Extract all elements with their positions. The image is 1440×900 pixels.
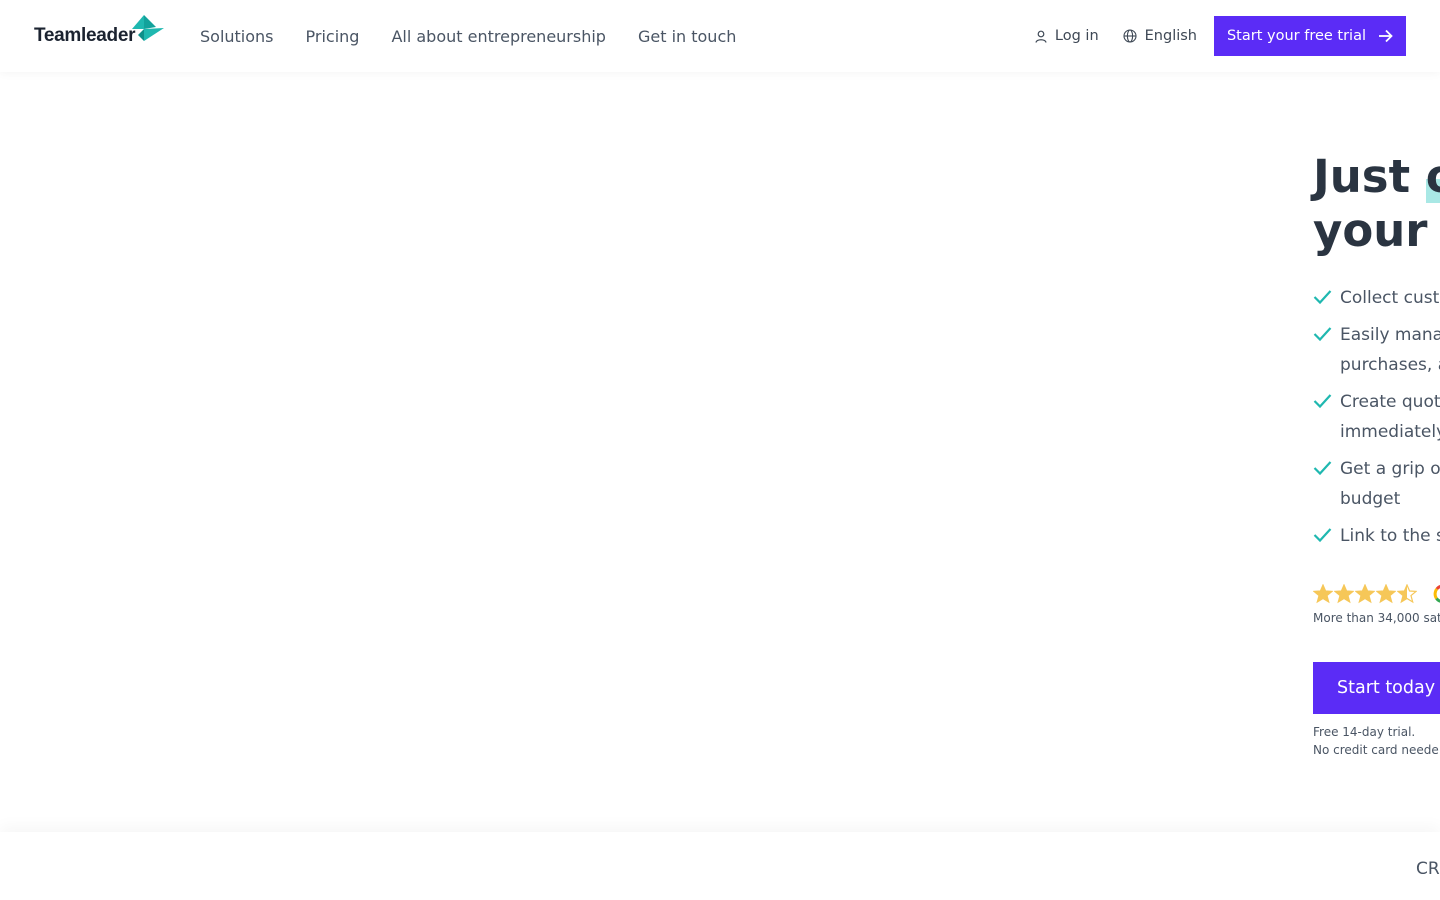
check-icon: [1313, 327, 1332, 342]
trial-note: Free 14-day trial. No credit card neede: [1313, 723, 1440, 759]
feature-text: Link to the s: [1340, 526, 1440, 546]
solutions-tab-strip: CR: [0, 832, 1440, 900]
feature-item: Easily mana purchases, a: [1313, 320, 1440, 380]
nav-get-in-touch[interactable]: Get in touch: [638, 27, 736, 46]
start-today-button[interactable]: Start today: [1313, 662, 1440, 714]
check-icon: [1313, 290, 1332, 305]
feature-text: Create quot immediately: [1340, 392, 1440, 442]
star-icon: [1397, 584, 1417, 604]
nav-entrepreneurship[interactable]: All about entrepreneurship: [391, 27, 606, 46]
feature-item: Collect cust: [1313, 283, 1440, 313]
rating-row: [1313, 584, 1440, 604]
check-icon: [1313, 461, 1332, 476]
headline-highlight: o: [1425, 150, 1440, 204]
customer-count-text: More than 34,000 sat: [1313, 611, 1440, 625]
star-icon: [1376, 584, 1396, 604]
logo-text: Teamleader: [34, 25, 136, 46]
arrow-right-icon: [1379, 29, 1393, 43]
teamleader-logo-icon: [132, 15, 164, 41]
feature-text: Easily mana purchases, a: [1340, 325, 1440, 375]
nav-pricing[interactable]: Pricing: [306, 27, 360, 46]
site-header: Teamleader Solutions Pricing All about e…: [0, 0, 1440, 72]
hero-headline: Just o your: [1313, 150, 1440, 258]
check-icon: [1313, 394, 1332, 409]
star-rating: [1313, 584, 1417, 604]
google-icon: [1433, 585, 1440, 603]
start-free-trial-button[interactable]: Start your free trial: [1214, 16, 1406, 56]
login-label: Log in: [1054, 28, 1099, 44]
user-icon: [1035, 30, 1047, 43]
trial-note-line-2: No credit card neede: [1313, 743, 1439, 757]
star-icon: [1334, 584, 1354, 604]
header-actions: Log in English Start your free trial: [1035, 16, 1406, 56]
login-link[interactable]: Log in: [1035, 28, 1099, 44]
tab-crm[interactable]: CR: [1416, 859, 1440, 879]
language-selector[interactable]: English: [1123, 28, 1197, 44]
hero-section: Just o your Collect cust Easily manapurc…: [1313, 150, 1440, 759]
language-label: English: [1144, 28, 1197, 44]
teamleader-logo[interactable]: Teamleader: [34, 15, 164, 48]
globe-icon: [1123, 29, 1137, 43]
feature-item: Link to the s: [1313, 521, 1440, 551]
feature-item: Get a grip o budget: [1313, 454, 1440, 514]
headline-part-2: your: [1313, 204, 1428, 257]
nav-solutions[interactable]: Solutions: [200, 27, 274, 46]
feature-text: Collect cust: [1340, 288, 1440, 308]
feature-text: Get a grip o budget: [1340, 459, 1440, 509]
trial-button-label: Start your free trial: [1226, 28, 1367, 44]
trial-note-line-1: Free 14-day trial.: [1313, 725, 1416, 739]
check-icon: [1313, 528, 1332, 543]
feature-list: Collect cust Easily mana purchases, a Cre…: [1313, 283, 1440, 551]
feature-item: Create quot immediately: [1313, 387, 1440, 447]
star-icon: [1355, 584, 1375, 604]
main-nav: Solutions Pricing All about entrepreneur…: [200, 0, 736, 72]
star-icon: [1313, 584, 1333, 604]
headline-part-1: Just: [1313, 150, 1426, 203]
